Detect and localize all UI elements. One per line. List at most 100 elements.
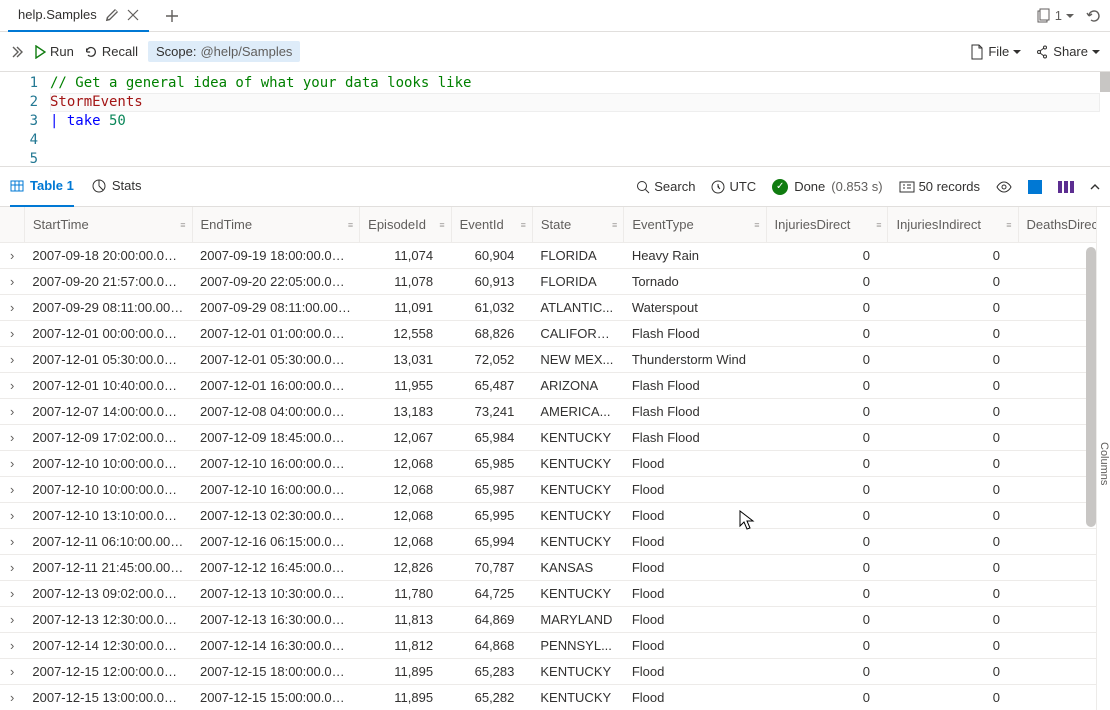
color-rules-icon[interactable]: [1028, 180, 1042, 194]
file-icon: [970, 44, 984, 60]
table-row[interactable]: ›2007-12-13 09:02:00.00002007-12-13 10:3…: [0, 581, 1110, 607]
expand-row-icon[interactable]: ›: [0, 581, 24, 607]
search-button[interactable]: Search: [636, 179, 695, 194]
col-eventid[interactable]: EventId≡: [451, 207, 532, 243]
cell-endtime: 2007-12-10 16:00:00.0000: [192, 477, 360, 503]
table-row[interactable]: ›2007-12-01 00:00:00.00002007-12-01 01:0…: [0, 321, 1110, 347]
table-row[interactable]: ›2007-12-01 05:30:00.00002007-12-01 05:3…: [0, 347, 1110, 373]
table-row[interactable]: ›2007-12-01 10:40:00.00002007-12-01 16:0…: [0, 373, 1110, 399]
tab-table1[interactable]: Table 1: [10, 167, 74, 207]
table-row[interactable]: ›2007-12-15 13:00:00.00002007-12-15 15:0…: [0, 685, 1110, 710]
expand-row-icon[interactable]: ›: [0, 555, 24, 581]
cell-injdirect: 0: [766, 295, 888, 321]
col-eventtype[interactable]: EventType≡: [624, 207, 766, 243]
expand-row-icon[interactable]: ›: [0, 503, 24, 529]
cell-eventtype: Flash Flood: [624, 321, 766, 347]
cell-starttime: 2007-12-07 14:00:00.0000: [24, 399, 192, 425]
expand-row-icon[interactable]: ›: [0, 425, 24, 451]
expand-row-icon[interactable]: ›: [0, 347, 24, 373]
timezone-label: UTC: [729, 179, 756, 194]
cell-injindirect: 0: [888, 399, 1018, 425]
share-menu[interactable]: Share: [1035, 44, 1100, 59]
timezone-button[interactable]: UTC: [711, 179, 756, 194]
col-injdirect[interactable]: InjuriesDirect≡: [766, 207, 888, 243]
eye-icon[interactable]: [996, 181, 1012, 193]
cell-endtime: 2007-09-29 08:11:00.0000: [192, 295, 360, 321]
expand-row-icon[interactable]: ›: [0, 477, 24, 503]
expand-row-icon[interactable]: ›: [0, 607, 24, 633]
expand-row-icon[interactable]: ›: [0, 373, 24, 399]
table-row[interactable]: ›2007-12-09 17:02:00.00002007-12-09 18:4…: [0, 425, 1110, 451]
expand-row-icon[interactable]: ›: [0, 269, 24, 295]
stats-icon: [92, 179, 106, 193]
table-row[interactable]: ›2007-12-14 12:30:00.00002007-12-14 16:3…: [0, 633, 1110, 659]
cell-eventid: 65,985: [451, 451, 532, 477]
table-row[interactable]: ›2007-12-11 21:45:00.00002007-12-12 16:4…: [0, 555, 1110, 581]
cell-endtime: 2007-12-13 16:30:00.0000: [192, 607, 360, 633]
expand-row-icon[interactable]: ›: [0, 451, 24, 477]
cell-injdirect: 0: [766, 503, 888, 529]
pencil-icon[interactable]: [105, 8, 119, 22]
cell-injindirect: 0: [888, 581, 1018, 607]
column-layout-icon[interactable]: [1058, 181, 1074, 193]
cell-state: FLORIDA: [532, 269, 623, 295]
expand-row-icon[interactable]: ›: [0, 529, 24, 555]
recall-button[interactable]: Recall: [84, 44, 138, 59]
editor-scrollbar[interactable]: [1100, 72, 1110, 92]
cell-endtime: 2007-09-20 22:05:00.0000: [192, 269, 360, 295]
cell-state: KENTUCKY: [532, 685, 623, 710]
col-episodeid[interactable]: EpisodeId≡: [360, 207, 451, 243]
expand-row-icon[interactable]: ›: [0, 633, 24, 659]
expand-row-icon[interactable]: ›: [0, 399, 24, 425]
table-row[interactable]: ›2007-12-15 12:00:00.00002007-12-15 18:0…: [0, 659, 1110, 685]
cell-episodeid: 11,813: [360, 607, 451, 633]
table-row[interactable]: ›2007-09-20 21:57:00.00002007-09-20 22:0…: [0, 269, 1110, 295]
table-row[interactable]: ›2007-12-10 10:00:00.00002007-12-10 16:0…: [0, 477, 1110, 503]
duplicate-button[interactable]: 1: [1035, 8, 1074, 24]
tab-help-samples[interactable]: help.Samples: [8, 0, 149, 32]
col-state[interactable]: State≡: [532, 207, 623, 243]
tab-stats[interactable]: Stats: [92, 167, 142, 207]
table-row[interactable]: ›2007-12-10 10:00:00.00002007-12-10 16:0…: [0, 451, 1110, 477]
table-row[interactable]: ›2007-12-07 14:00:00.00002007-12-08 04:0…: [0, 399, 1110, 425]
cell-injdirect: 0: [766, 269, 888, 295]
cell-episodeid: 12,068: [360, 529, 451, 555]
cell-starttime: 2007-09-29 08:11:00.0000: [24, 295, 192, 321]
col-injindirect[interactable]: InjuriesIndirect≡: [888, 207, 1018, 243]
cell-eventtype: Flood: [624, 503, 766, 529]
table-row[interactable]: ›2007-12-11 06:10:00.00002007-12-16 06:1…: [0, 529, 1110, 555]
expand-row-icon[interactable]: ›: [0, 295, 24, 321]
cell-state: ATLANTIC...: [532, 295, 623, 321]
table-row[interactable]: ›2007-12-13 12:30:00.00002007-12-13 16:3…: [0, 607, 1110, 633]
cell-eventtype: Flash Flood: [624, 399, 766, 425]
code-editor[interactable]: 1 2 3 4 5 // Get a general idea of what …: [0, 72, 1110, 167]
new-tab-button[interactable]: [165, 9, 179, 23]
cell-starttime: 2007-12-15 12:00:00.0000: [24, 659, 192, 685]
undo-icon[interactable]: [1086, 8, 1102, 24]
table-row[interactable]: ›2007-09-18 20:00:00.00002007-09-19 18:0…: [0, 243, 1110, 269]
close-icon[interactable]: [127, 9, 139, 21]
chevron-up-icon[interactable]: [1090, 182, 1100, 192]
table-row[interactable]: ›2007-09-29 08:11:00.00002007-09-29 08:1…: [0, 295, 1110, 321]
expand-row-icon[interactable]: ›: [0, 659, 24, 685]
file-menu[interactable]: File: [970, 44, 1021, 60]
cell-eventid: 64,725: [451, 581, 532, 607]
code-content[interactable]: // Get a general idea of what your data …: [50, 72, 1110, 166]
grid-scrollbar[interactable]: [1086, 247, 1096, 527]
scope-selector[interactable]: Scope: @help/Samples: [148, 41, 300, 62]
cell-injindirect: 0: [888, 347, 1018, 373]
col-starttime[interactable]: StartTime≡: [24, 207, 192, 243]
cell-injindirect: 0: [888, 555, 1018, 581]
cell-injindirect: 0: [888, 243, 1018, 269]
run-button[interactable]: Run: [34, 44, 74, 59]
table-row[interactable]: ›2007-12-10 13:10:00.00002007-12-13 02:3…: [0, 503, 1110, 529]
expand-row-icon[interactable]: ›: [0, 243, 24, 269]
columns-panel-toggle[interactable]: Columns: [1096, 207, 1110, 710]
expand-row-icon[interactable]: ›: [0, 321, 24, 347]
expand-toolbar-icon[interactable]: [10, 45, 24, 59]
cell-starttime: 2007-12-15 13:00:00.0000: [24, 685, 192, 710]
expand-row-icon[interactable]: ›: [0, 685, 24, 710]
cell-state: CALIFORN...: [532, 321, 623, 347]
col-endtime[interactable]: EndTime≡: [192, 207, 360, 243]
cell-starttime: 2007-12-13 12:30:00.0000: [24, 607, 192, 633]
